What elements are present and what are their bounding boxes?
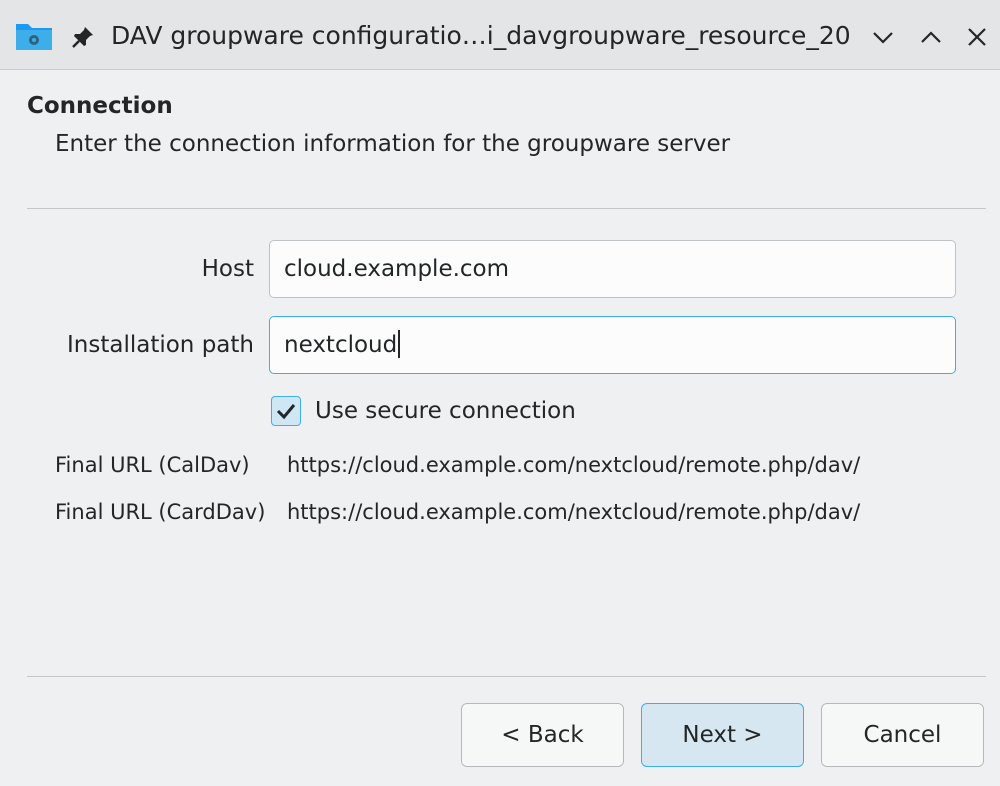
pin-icon[interactable] — [70, 24, 96, 50]
maximize-icon[interactable] — [918, 24, 944, 50]
header-divider — [27, 208, 986, 209]
caldav-url-label: Final URL (CalDav) — [55, 453, 250, 477]
window-title: DAV groupware configuratio…i_davgroupwar… — [111, 21, 851, 50]
host-input[interactable]: cloud.example.com — [269, 240, 956, 298]
footer-divider — [27, 676, 986, 677]
installation-path-value: nextcloud — [284, 332, 398, 358]
title-bar: DAV groupware configuratio…i_davgroupwar… — [0, 0, 1000, 70]
text-cursor — [398, 330, 401, 358]
next-button[interactable]: Next > — [641, 703, 804, 767]
carddav-url-value: https://cloud.example.com/nextcloud/remo… — [287, 500, 861, 524]
folder-network-icon — [16, 24, 52, 50]
back-button[interactable]: < Back — [461, 703, 624, 767]
carddav-url-label: Final URL (CardDav) — [55, 500, 266, 524]
host-input-value: cloud.example.com — [284, 256, 510, 282]
installation-path-input[interactable]: nextcloud — [269, 316, 956, 374]
close-icon[interactable] — [964, 24, 990, 50]
page-subtitle: Enter the connection information for the… — [55, 131, 731, 157]
checkmark-icon — [276, 404, 296, 420]
secure-connection-label[interactable]: Use secure connection — [315, 396, 576, 426]
cancel-button[interactable]: Cancel — [821, 703, 984, 767]
installation-path-label: Installation path — [67, 332, 254, 358]
page-title: Connection — [27, 93, 173, 119]
minimize-icon[interactable] — [870, 24, 896, 50]
caldav-url-value: https://cloud.example.com/nextcloud/remo… — [287, 453, 861, 477]
secure-connection-checkbox[interactable] — [271, 396, 301, 426]
host-label: Host — [201, 256, 254, 282]
